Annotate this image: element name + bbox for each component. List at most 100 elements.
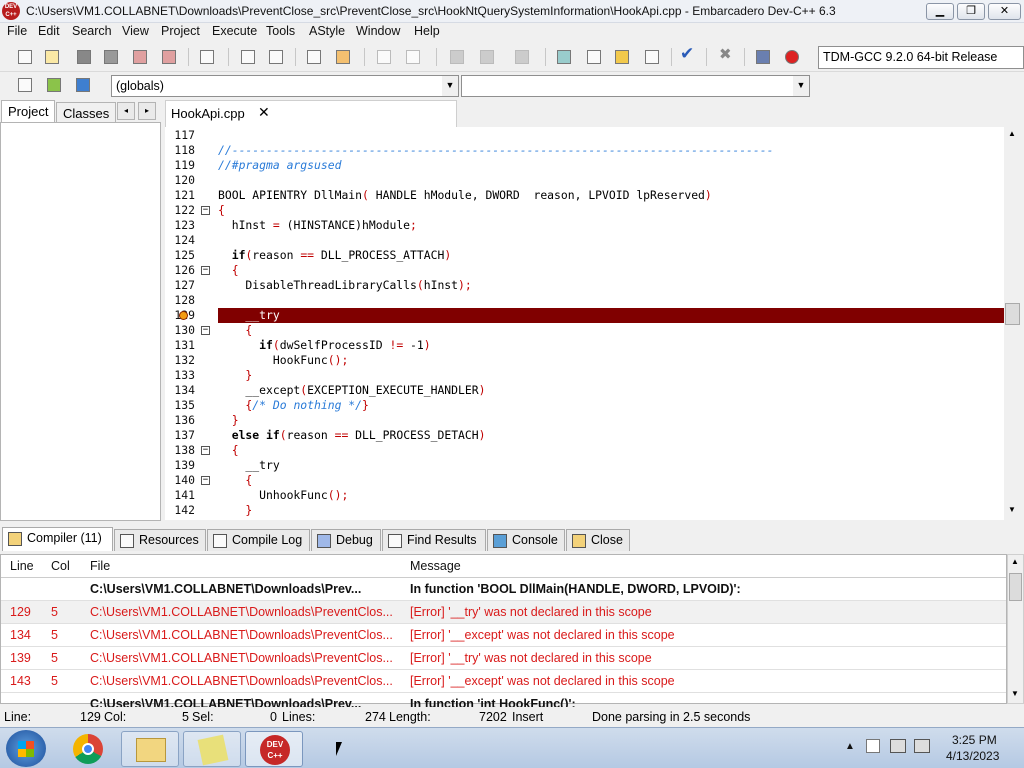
- minimize-button[interactable]: ▁: [926, 3, 954, 20]
- header-message[interactable]: Message: [410, 559, 461, 573]
- code-line[interactable]: 121 BOOL APIENTRY DllMain( HANDLE hModule…: [165, 188, 1004, 203]
- editor-vertical-scrollbar[interactable]: ▲ ▼: [1004, 127, 1021, 520]
- tab-find-results[interactable]: Find Results: [382, 529, 486, 551]
- devcpp-taskbar-icon[interactable]: DEV C++: [245, 731, 303, 767]
- tab-classes[interactable]: Classes: [56, 102, 117, 123]
- code-text[interactable]: __except(EXCEPTION_EXECUTE_HANDLER): [218, 383, 485, 398]
- menu-astyle[interactable]: AStyle: [309, 24, 345, 38]
- code-line[interactable]: 134 __except(EXCEPTION_EXECUTE_HANDLER): [165, 383, 1004, 398]
- code-line[interactable]: 117: [165, 128, 1004, 143]
- tab-compiler[interactable]: Compiler (11): [2, 527, 113, 551]
- scroll-up-icon[interactable]: ▲: [1008, 129, 1016, 138]
- table-row[interactable]: 134 5 C:\Users\VM1.COLLABNET\Downloads\Pre…: [1, 624, 1006, 647]
- goto-bookmark-icon[interactable]: [73, 75, 93, 95]
- code-text[interactable]: //#pragma argsused: [218, 158, 341, 173]
- close-tab-icon[interactable]: ✕: [258, 104, 270, 121]
- table-row[interactable]: 143 5 C:\Users\VM1.COLLABNET\Downloads\Pre…: [1, 670, 1006, 693]
- line-number[interactable]: 119: [165, 158, 195, 173]
- compiler-select[interactable]: TDM-GCC 9.2.0 64-bit Release: [818, 46, 1024, 69]
- fold-toggle-icon[interactable]: −: [201, 326, 210, 335]
- menu-search[interactable]: Search: [72, 24, 112, 38]
- show-hidden-icons[interactable]: ▲: [845, 741, 855, 752]
- menu-file[interactable]: File: [7, 24, 27, 38]
- line-number[interactable]: 124: [165, 233, 195, 248]
- profile-chart-icon[interactable]: [753, 47, 773, 67]
- undo-icon[interactable]: [374, 47, 394, 67]
- line-number[interactable]: 126: [165, 263, 195, 278]
- code-line[interactable]: 124: [165, 233, 1004, 248]
- code-line[interactable]: 137 else if(reason == DLL_PROCESS_DETACH…: [165, 428, 1004, 443]
- symbol-select[interactable]: ▼: [461, 75, 810, 97]
- breakpoint-icon[interactable]: [179, 311, 188, 320]
- line-number[interactable]: 139: [165, 458, 195, 473]
- code-line[interactable]: 142 }: [165, 503, 1004, 518]
- code-line[interactable]: 123 hInst = (HINSTANCE)hModule;: [165, 218, 1004, 233]
- rebuild-icon[interactable]: [642, 47, 662, 67]
- code-text[interactable]: DisableThreadLibraryCalls(hInst);: [218, 278, 471, 293]
- clock-date[interactable]: 4/13/2023: [946, 749, 999, 763]
- menu-view[interactable]: View: [122, 24, 149, 38]
- code-text[interactable]: {: [218, 203, 225, 218]
- scope-select[interactable]: (globals) ▼: [111, 75, 459, 97]
- scroll-down-icon[interactable]: ▼: [1008, 505, 1016, 514]
- code-text[interactable]: {: [218, 263, 239, 278]
- find-icon[interactable]: [238, 47, 258, 67]
- line-number[interactable]: 132: [165, 353, 195, 368]
- close-file-icon[interactable]: [130, 47, 150, 67]
- menu-project[interactable]: Project: [161, 24, 200, 38]
- line-number[interactable]: 117: [165, 128, 195, 143]
- stop-execution-icon[interactable]: ✖: [716, 47, 736, 67]
- network-icon[interactable]: [890, 739, 906, 753]
- tab-resources[interactable]: Resources: [114, 529, 206, 551]
- line-number[interactable]: 122: [165, 203, 195, 218]
- notes-taskbar-icon[interactable]: [183, 731, 241, 767]
- line-number[interactable]: 120: [165, 173, 195, 188]
- menu-window[interactable]: Window: [356, 24, 400, 38]
- code-text[interactable]: {/* Do nothing */}: [218, 398, 368, 413]
- start-button[interactable]: [6, 730, 46, 767]
- code-line[interactable]: 130− {: [165, 323, 1004, 338]
- run-icon[interactable]: [584, 47, 604, 67]
- code-line[interactable]: 125 if(reason == DLL_PROCESS_ATTACH): [165, 248, 1004, 263]
- code-text[interactable]: BOOL APIENTRY DllMain( HANDLE hModule, D…: [218, 188, 712, 203]
- line-number[interactable]: 135: [165, 398, 195, 413]
- scrollbar-thumb[interactable]: [1009, 573, 1022, 601]
- goto-function-icon[interactable]: [333, 47, 353, 67]
- tab-close[interactable]: Close: [566, 529, 630, 551]
- code-editor[interactable]: 117 118 //--------------------------------…: [165, 127, 1004, 520]
- scroll-left-icon[interactable]: ◂: [117, 102, 135, 120]
- file-explorer-taskbar-icon[interactable]: [121, 731, 179, 767]
- messages-scrollbar[interactable]: ▲ ▼: [1007, 554, 1024, 704]
- line-number[interactable]: 141: [165, 488, 195, 503]
- close-all-icon[interactable]: [159, 47, 179, 67]
- code-line[interactable]: 138− {: [165, 443, 1004, 458]
- replace-icon[interactable]: [266, 47, 286, 67]
- code-text[interactable]: }: [218, 368, 252, 383]
- tab-debug[interactable]: Debug: [311, 529, 381, 551]
- toggle-comment-icon[interactable]: [512, 47, 532, 67]
- clock-time[interactable]: 3:25 PM: [952, 733, 997, 747]
- fold-toggle-icon[interactable]: −: [201, 266, 210, 275]
- debug-bug-icon[interactable]: [782, 47, 802, 67]
- line-number[interactable]: 127: [165, 278, 195, 293]
- insert-icon[interactable]: [15, 75, 35, 95]
- tab-hookapi-cpp[interactable]: HookApi.cpp ✕: [165, 100, 457, 127]
- line-number[interactable]: 140: [165, 473, 195, 488]
- code-line[interactable]: 136 }: [165, 413, 1004, 428]
- line-number[interactable]: 133: [165, 368, 195, 383]
- code-line[interactable]: 128: [165, 293, 1004, 308]
- line-number[interactable]: 118: [165, 143, 195, 158]
- code-text[interactable]: if(dwSelfProcessID != -1): [218, 338, 430, 353]
- menu-help[interactable]: Help: [414, 24, 440, 38]
- code-text[interactable]: //--------------------------------------…: [218, 143, 773, 158]
- code-text[interactable]: {: [218, 443, 239, 458]
- code-text[interactable]: UnhookFunc();: [218, 488, 348, 503]
- header-file[interactable]: File: [90, 559, 110, 573]
- line-number[interactable]: 142: [165, 503, 195, 518]
- code-text[interactable]: else if(reason == DLL_PROCESS_DETACH): [218, 428, 486, 443]
- code-line[interactable]: 127 DisableThreadLibraryCalls(hInst);: [165, 278, 1004, 293]
- tab-project[interactable]: Project: [1, 100, 56, 123]
- code-line[interactable]: 135 {/* Do nothing */}: [165, 398, 1004, 413]
- project-tree[interactable]: [0, 122, 161, 521]
- indent-icon[interactable]: [447, 47, 467, 67]
